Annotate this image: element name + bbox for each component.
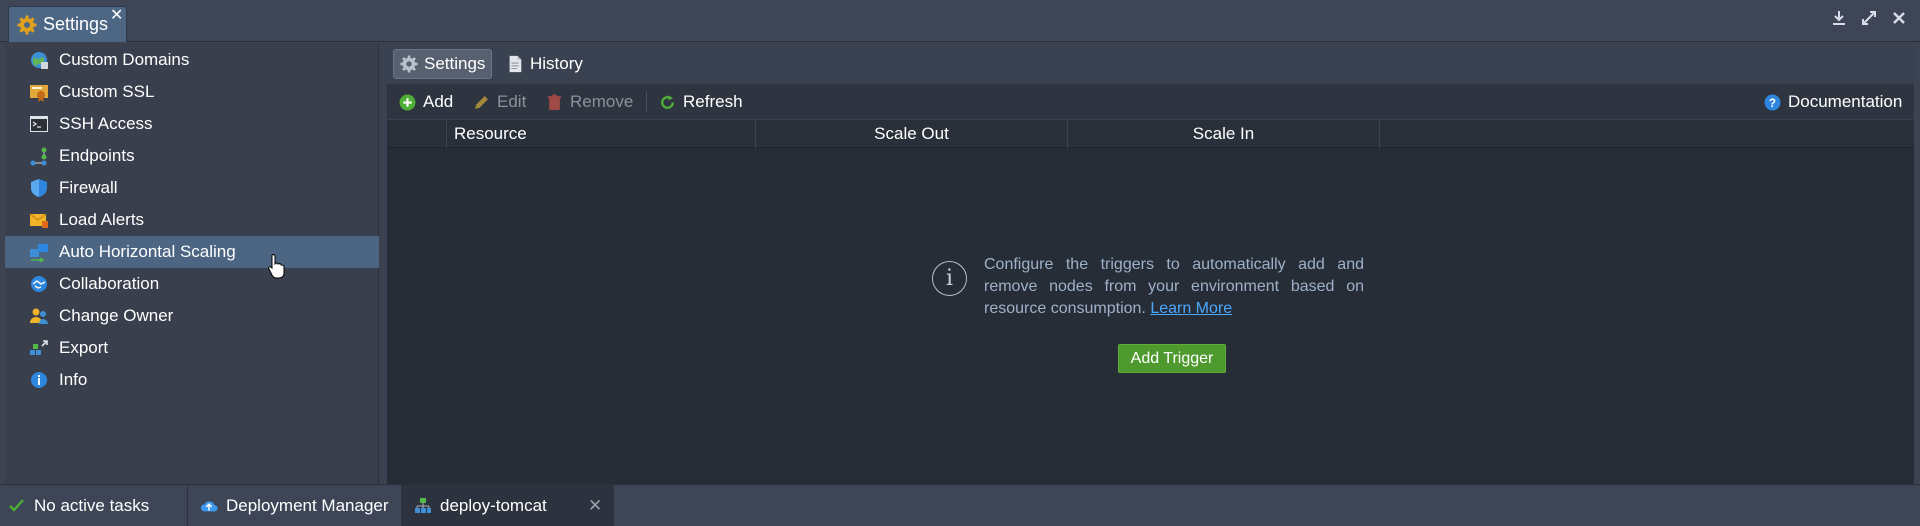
tab-history[interactable]: History	[500, 49, 589, 79]
refresh-button[interactable]: Refresh	[659, 92, 743, 112]
handshake-icon	[31, 276, 47, 292]
column-resource[interactable]: Resource	[447, 120, 756, 148]
add-button-label: Add	[423, 92, 454, 111]
documentation-link[interactable]: ? Documentation	[1764, 92, 1902, 112]
download-icon[interactable]	[1830, 10, 1848, 31]
add-button[interactable]: Add	[399, 92, 453, 112]
sidebar-item-label: Export	[59, 338, 109, 357]
export-icon	[30, 340, 48, 355]
sidebar-item-collaboration[interactable]: Collaboration	[5, 268, 379, 300]
window-controls	[1830, 10, 1908, 31]
refresh-icon	[661, 94, 674, 109]
subtab-bar: Settings History	[387, 43, 1914, 84]
sidebar-item-label: Custom SSL	[59, 82, 155, 101]
sidebar-item-label: SSH Access	[59, 114, 153, 133]
sidebar-item-label: Info	[59, 370, 88, 389]
column-scale-in[interactable]: Scale In	[1068, 120, 1380, 148]
column-blank	[387, 120, 447, 148]
panel-splitter[interactable]	[379, 43, 387, 484]
toolbar: Add Edit Remove Refresh ? Documentation	[387, 84, 1914, 120]
sidebar-item-label: Custom Domains	[59, 50, 190, 69]
cloud-upload-icon	[200, 501, 218, 512]
task-deploy-tomcat-label: deploy-tomcat	[440, 496, 547, 515]
task-status-label: No active tasks	[34, 496, 150, 515]
endpoints-icon	[30, 147, 47, 166]
remove-button[interactable]: Remove	[546, 92, 633, 112]
task-deployment-manager-label: Deployment Manager	[226, 496, 389, 515]
tab-settings-sub[interactable]: Settings	[393, 49, 493, 79]
document-icon	[509, 55, 522, 73]
sidebar-item-custom-domains[interactable]: Custom Domains	[5, 44, 379, 76]
close-icon[interactable]	[1890, 10, 1908, 31]
window-tab-bar: Settings ✕	[0, 0, 1920, 42]
sidebar-item-label: Load Alerts	[59, 210, 145, 229]
users-icon	[30, 308, 48, 324]
remove-button-label: Remove	[570, 92, 634, 111]
tab-history-label: History	[530, 54, 583, 73]
globe-icon	[31, 52, 48, 69]
task-deploy-tomcat[interactable]: deploy-tomcat	[402, 485, 614, 526]
refresh-button-label: Refresh	[683, 92, 743, 111]
ssl-certificate-icon	[30, 85, 48, 102]
edit-button-label: Edit	[497, 92, 527, 111]
expand-icon[interactable]	[1860, 10, 1878, 31]
sidebar-item-endpoints[interactable]: Endpoints	[5, 140, 379, 172]
gear-icon	[400, 55, 418, 73]
documentation-label: Documentation	[1788, 92, 1903, 111]
sidebar-item-firewall[interactable]: Firewall	[5, 172, 379, 204]
empty-state-text: Configure the triggers to automatically …	[984, 254, 1364, 320]
sidebar-item-change-owner[interactable]: Change Owner	[5, 300, 379, 332]
hand-cursor-icon	[268, 254, 285, 279]
plus-circle-icon	[399, 94, 416, 110]
learn-more-link[interactable]: Learn More	[1150, 300, 1232, 317]
settings-sidebar: Custom Domains Custom SSL SSH Access End…	[5, 43, 379, 484]
info-icon	[31, 372, 47, 388]
sidebar-item-label: Collaboration	[59, 274, 160, 293]
task-status[interactable]: No active tasks	[0, 485, 188, 526]
sidebar-item-info[interactable]: Info	[5, 364, 379, 396]
trash-icon	[548, 94, 561, 110]
grid-header: Resource Scale Out Scale In	[387, 120, 1914, 148]
mail-alert-icon	[29, 213, 48, 228]
sidebar-item-custom-ssl[interactable]: Custom SSL	[5, 76, 379, 108]
tab-close-icon[interactable]: ✕	[110, 5, 123, 25]
tab-settings-sub-label: Settings	[424, 54, 486, 73]
sidebar-item-ssh-access[interactable]: SSH Access	[5, 108, 379, 140]
help-icon: ?	[1764, 94, 1781, 110]
column-scale-out[interactable]: Scale Out	[756, 120, 1068, 148]
add-trigger-button[interactable]: Add Trigger	[1118, 344, 1226, 373]
svg-text:?: ?	[1769, 96, 1776, 109]
sidebar-item-label: Change Owner	[59, 306, 174, 325]
checkmark-icon	[9, 499, 24, 512]
scaling-icon	[30, 244, 48, 262]
edit-button[interactable]: Edit	[473, 92, 526, 112]
sidebar-item-label: Firewall	[59, 178, 118, 197]
taskbar: No active tasks Deployment Manager deplo…	[0, 484, 1920, 526]
terminal-icon	[30, 116, 48, 132]
main-panel: Settings History Add Edit Remove Refresh…	[387, 43, 1914, 484]
environment-icon	[415, 498, 431, 513]
task-deployment-manager[interactable]: Deployment Manager	[188, 485, 402, 526]
pencil-icon	[475, 95, 488, 109]
toolbar-divider	[646, 92, 647, 112]
info-outline-icon: i	[932, 261, 967, 296]
sidebar-item-auto-horizontal-scaling[interactable]: Auto Horizontal Scaling	[5, 236, 379, 268]
sidebar-item-label: Endpoints	[59, 146, 135, 165]
tab-settings-label: Settings	[43, 14, 109, 34]
sidebar-item-load-alerts[interactable]: Load Alerts	[5, 204, 379, 236]
gear-icon	[17, 15, 37, 34]
sidebar-item-label: Auto Horizontal Scaling	[59, 242, 236, 261]
task-close-icon[interactable]: ✕	[588, 496, 602, 516]
shield-icon	[31, 179, 47, 197]
sidebar-item-export[interactable]: Export	[5, 332, 379, 364]
